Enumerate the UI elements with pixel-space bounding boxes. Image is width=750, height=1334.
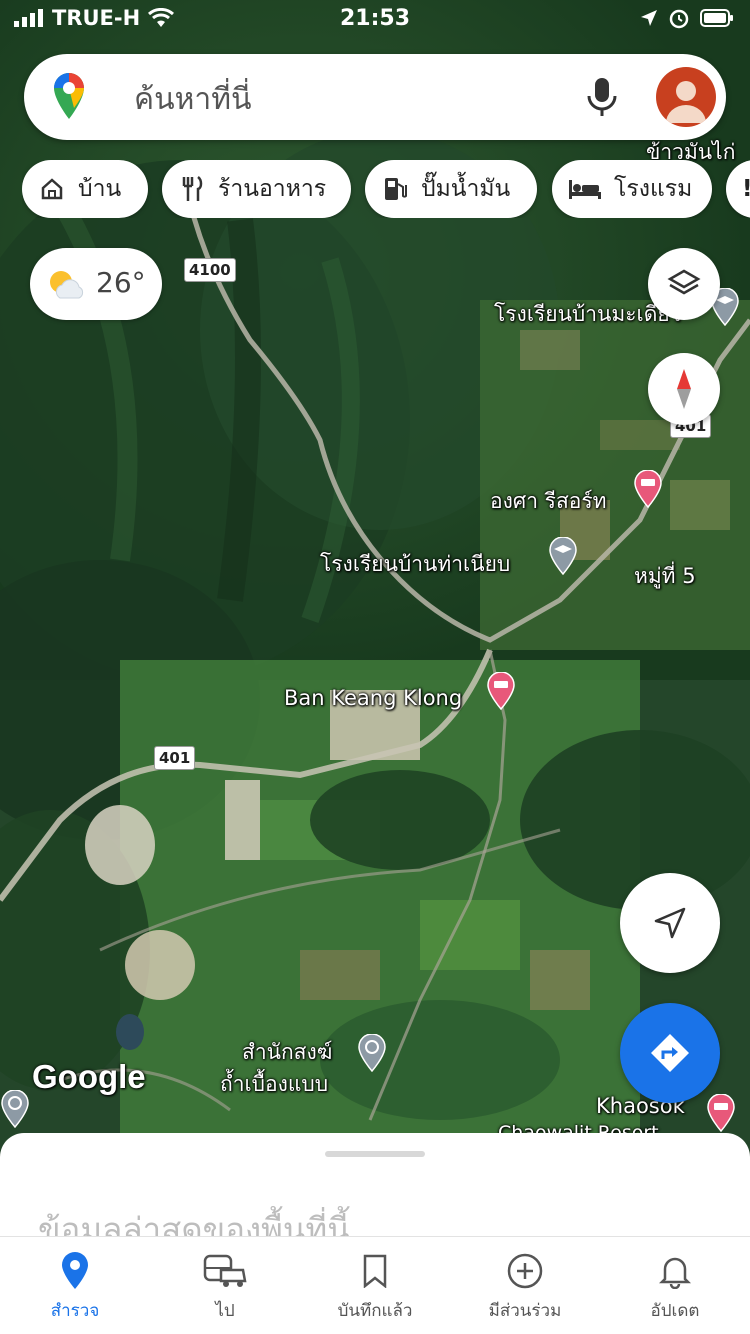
account-avatar[interactable] xyxy=(656,67,716,127)
explore-pin-icon xyxy=(50,1251,100,1291)
school-pin-icon[interactable] xyxy=(548,537,578,575)
tab-label: มีส่วนร่วม xyxy=(488,1301,562,1321)
home-icon xyxy=(38,175,66,203)
my-location-button[interactable] xyxy=(620,873,720,973)
map-label-village: หมู่ที่ 5 xyxy=(634,564,696,588)
road-shield-4100: 4100 xyxy=(184,258,236,282)
hotel-pin-icon[interactable] xyxy=(633,470,663,508)
alarm-icon xyxy=(669,9,689,29)
location-arrow-icon xyxy=(641,10,657,26)
add-circle-icon xyxy=(500,1251,550,1291)
tab-saved[interactable]: บันทึกแล้ว xyxy=(300,1237,450,1334)
microphone-icon[interactable] xyxy=(582,74,622,122)
weather-chip[interactable]: 26° xyxy=(30,248,162,320)
map-label-ban-keang-klong[interactable]: Ban Keang Klong xyxy=(284,686,462,710)
sheet-drag-handle[interactable] xyxy=(325,1151,425,1157)
chip-gas-station[interactable]: ปั๊มน้ำมัน xyxy=(365,160,537,218)
temple-pin-icon[interactable] xyxy=(357,1034,387,1072)
status-time: 21:53 xyxy=(339,6,411,31)
hotel-icon xyxy=(568,175,602,203)
tab-label: อัปเดต xyxy=(650,1301,700,1321)
road-shield-401: 401 xyxy=(154,746,196,770)
chip-hotel[interactable]: โรงแรม xyxy=(552,160,712,218)
gas-station-icon xyxy=(381,175,409,203)
tab-go[interactable]: ไป xyxy=(150,1237,300,1334)
google-maps-logo-icon xyxy=(54,73,84,119)
temperature-text: 26° xyxy=(96,266,146,299)
google-attribution: Google xyxy=(32,1058,146,1095)
layers-icon xyxy=(667,269,701,295)
bell-icon xyxy=(650,1251,700,1291)
navigation-arrow-icon xyxy=(654,907,686,939)
chip-restaurant[interactable]: ร้านอาหาร xyxy=(162,160,351,218)
category-chips: บ้าน ร้านอาหาร ปั๊มน้ำมัน โรงแรม ! xyxy=(22,160,750,218)
chip-label: บ้าน xyxy=(78,176,122,202)
compass-button[interactable] xyxy=(648,353,720,425)
chip-home[interactable]: บ้าน xyxy=(22,160,148,218)
directions-icon xyxy=(651,1034,689,1072)
search-bar[interactable]: ค้นหาที่นี่ xyxy=(24,54,726,140)
temple-pin-icon[interactable] xyxy=(0,1090,30,1128)
battery-icon xyxy=(700,9,733,27)
map-label-temple-2[interactable]: ถ้ำเบื้องแบบ xyxy=(220,1068,328,1101)
layers-button[interactable] xyxy=(648,248,720,320)
hotel-pin-icon[interactable] xyxy=(486,672,516,710)
chip-label: ร้านอาหาร xyxy=(218,176,327,202)
tab-label: ไป xyxy=(215,1301,235,1321)
status-bar: TRUE-H 21:53 xyxy=(0,0,750,40)
tab-explore[interactable]: สำรวจ xyxy=(0,1237,150,1334)
search-input[interactable]: ค้นหาที่นี่ xyxy=(134,76,251,123)
chip-label: โรงแรม xyxy=(614,176,693,202)
bottom-sheet[interactable]: ข้อมูลล่าสุดของพื้นที่นี้... xyxy=(0,1133,750,1249)
tab-updates[interactable]: อัปเดต xyxy=(600,1237,750,1334)
chip-more[interactable]: ! xyxy=(726,160,750,218)
map-label-resort[interactable]: องศา รีสอร์ท xyxy=(490,485,607,518)
directions-button[interactable] xyxy=(620,1003,720,1103)
compass-icon xyxy=(677,369,691,409)
bookmark-icon xyxy=(350,1251,400,1291)
commute-icon xyxy=(200,1251,250,1291)
restaurant-icon xyxy=(178,175,206,203)
tab-bar: สำรวจ ไป บันทึกแล้ว มีส่วนร่วม อัปเดต xyxy=(0,1236,750,1334)
hotel-pin-icon[interactable] xyxy=(706,1094,736,1132)
chip-more-glyph: ! xyxy=(742,176,750,202)
map-label-temple-1[interactable]: สำนักสงฆ์ xyxy=(242,1036,332,1069)
tab-label: บันทึกแล้ว xyxy=(337,1301,413,1321)
chip-label: ปั๊มน้ำมัน xyxy=(421,176,511,202)
partly-cloudy-icon xyxy=(50,271,84,299)
tab-label: สำรวจ xyxy=(50,1301,100,1321)
tab-contribute[interactable]: มีส่วนร่วม xyxy=(450,1237,600,1334)
map-label-school-mid[interactable]: โรงเรียนบ้านท่าเนียบ xyxy=(320,548,510,581)
person-icon xyxy=(666,81,706,123)
